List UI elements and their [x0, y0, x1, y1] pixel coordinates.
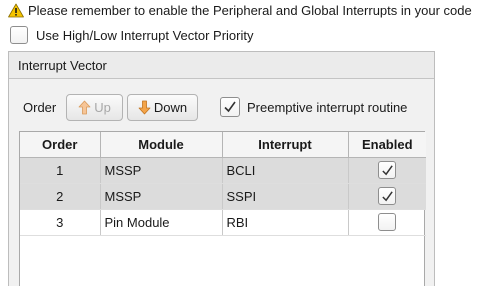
move-up-label: Up — [94, 100, 111, 115]
warning-text: Please remember to enable the Peripheral… — [28, 3, 472, 18]
panel-title: Interrupt Vector — [9, 52, 434, 79]
checkmark-icon — [382, 190, 393, 201]
preemptive-label: Preemptive interrupt routine — [247, 99, 408, 115]
row-enabled-checkbox[interactable] — [378, 213, 397, 231]
row-order: 1 — [20, 157, 101, 184]
row-interrupt: BCLI — [222, 157, 349, 184]
column-header-order[interactable]: Order — [20, 132, 101, 158]
vector-priority-checkbox[interactable] — [10, 26, 28, 44]
order-label: Order — [23, 100, 57, 115]
arrow-up-icon — [78, 100, 91, 115]
move-down-label: Down — [153, 100, 188, 115]
preemptive-checkbox[interactable] — [220, 97, 240, 117]
preemptive-option[interactable]: Preemptive interrupt routine — [220, 97, 407, 117]
row-enabled-cell — [348, 183, 426, 210]
move-down-button[interactable]: Down — [127, 94, 198, 121]
warning-icon — [8, 3, 24, 18]
row-interrupt: SSPI — [222, 183, 349, 210]
row-enabled-cell — [348, 209, 426, 236]
column-header-interrupt[interactable]: Interrupt — [222, 132, 349, 158]
interrupt-vector-panel: Interrupt Vector Order Up Down Preemptiv… — [8, 51, 435, 286]
row-enabled-checkbox[interactable] — [378, 187, 397, 205]
table-row[interactable]: 1 MSSP BCLI — [20, 157, 426, 184]
vector-priority-label: Use High/Low Interrupt Vector Priority — [36, 27, 254, 43]
row-module: MSSP — [100, 157, 223, 184]
checkmark-icon — [224, 101, 236, 113]
interrupt-table: Order Module Interrupt Enabled 1 MSSP BC… — [19, 131, 426, 286]
move-up-button[interactable]: Up — [66, 94, 123, 121]
row-order: 3 — [20, 209, 101, 236]
arrow-down-icon — [138, 100, 151, 115]
column-header-module[interactable]: Module — [100, 132, 223, 158]
table-row[interactable]: 2 MSSP SSPI — [20, 183, 426, 210]
checkmark-icon — [382, 164, 393, 175]
row-enabled-checkbox[interactable] — [378, 161, 397, 179]
row-module: Pin Module — [100, 209, 223, 236]
row-module: MSSP — [100, 183, 223, 210]
warning-message: Please remember to enable the Peripheral… — [8, 3, 472, 18]
interrupt-manager-page: Please remember to enable the Peripheral… — [0, 0, 497, 286]
row-order: 2 — [20, 183, 101, 210]
column-header-enabled[interactable]: Enabled — [348, 132, 426, 158]
table-row[interactable]: 3 Pin Module RBI — [20, 209, 426, 236]
table-header-row: Order Module Interrupt Enabled — [20, 132, 426, 158]
row-interrupt: RBI — [222, 209, 349, 236]
vector-priority-option[interactable]: Use High/Low Interrupt Vector Priority — [10, 26, 253, 44]
row-enabled-cell — [348, 157, 426, 184]
